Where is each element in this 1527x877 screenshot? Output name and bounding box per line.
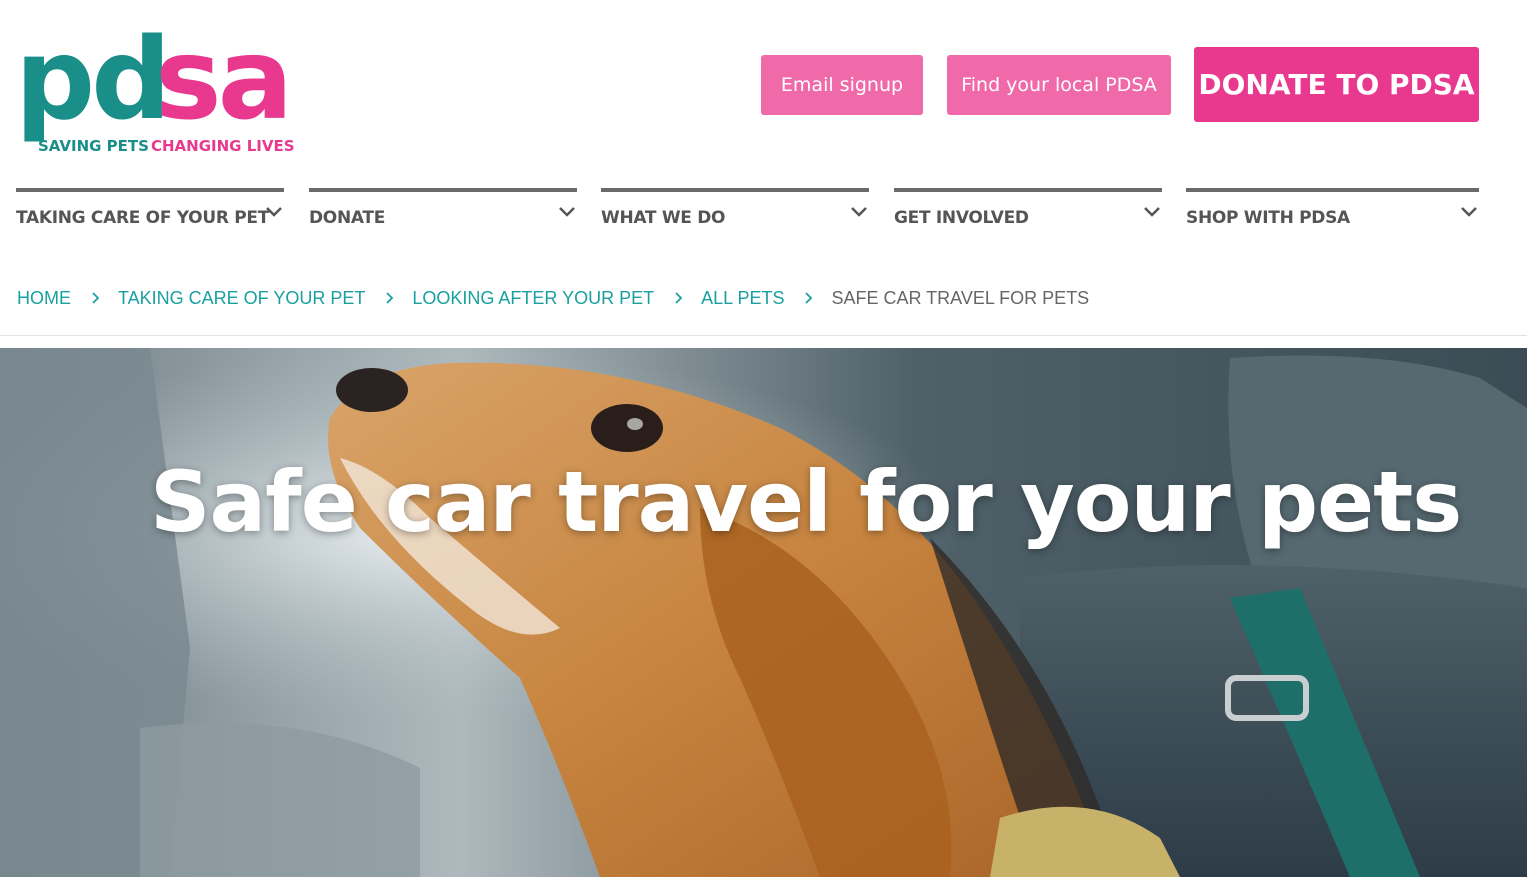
nav-item-donate[interactable]: DONATE [309, 188, 577, 238]
main-nav: TAKING CARE OF YOUR PET DONATE WHAT WE D… [0, 188, 1527, 238]
email-signup-label: Email signup [780, 74, 904, 96]
pdsa-logo[interactable]: pd sa SAVING PETS CHANGING LIVES [15, 30, 295, 155]
nav-item-shop[interactable]: SHOP WITH PDSA [1186, 188, 1479, 238]
chevron-right-icon [654, 291, 701, 305]
email-signup-button[interactable]: Email signup [761, 55, 923, 115]
nav-item-label: WHAT WE DO [601, 208, 726, 228]
nav-item-taking-care[interactable]: TAKING CARE OF YOUR PET [16, 188, 284, 238]
breadcrumb-home[interactable]: HOME [17, 288, 71, 309]
breadcrumb-looking-after[interactable]: LOOKING AFTER YOUR PET [412, 288, 654, 309]
hero-title: Safe car travel for your pets [150, 453, 1462, 551]
hero-image-dog-in-car [0, 348, 1527, 877]
breadcrumb-current: SAFE CAR TRAVEL FOR PETS [831, 287, 1090, 308]
chevron-right-icon [784, 291, 831, 305]
chevron-down-icon [559, 207, 575, 217]
logo-wordmark-sa: sa [155, 30, 289, 145]
find-local-pdsa-button[interactable]: Find your local PDSA [947, 55, 1171, 115]
header-divider [0, 335, 1527, 336]
breadcrumb: HOME TAKING CARE OF YOUR PET LOOKING AFT… [17, 286, 1089, 310]
chevron-right-icon [365, 291, 412, 305]
logo-tagline-changing: CHANGING LIVES [151, 137, 295, 155]
nav-item-label: GET INVOLVED [894, 208, 1029, 228]
chevron-down-icon [851, 207, 867, 217]
nav-item-get-involved[interactable]: GET INVOLVED [894, 188, 1162, 238]
breadcrumb-taking-care[interactable]: TAKING CARE OF YOUR PET [118, 288, 365, 309]
donate-label: DONATE TO PDSA [1198, 68, 1475, 101]
site-header: pd sa SAVING PETS CHANGING LIVES Email s… [0, 0, 1527, 180]
chevron-right-icon [71, 291, 118, 305]
nav-item-label: TAKING CARE OF YOUR PET [16, 208, 270, 228]
logo-tagline-saving: SAVING PETS [38, 137, 149, 155]
chevron-down-icon [1144, 207, 1160, 217]
nav-item-label: DONATE [309, 208, 386, 228]
chevron-down-icon [1461, 207, 1477, 217]
donate-button[interactable]: DONATE TO PDSA [1194, 47, 1479, 122]
hero-banner: Safe car travel for your pets [0, 348, 1527, 877]
nav-item-what-we-do[interactable]: WHAT WE DO [601, 188, 869, 238]
find-local-pdsa-label: Find your local PDSA [961, 74, 1157, 96]
logo-wordmark-pd: pd [15, 30, 167, 145]
nav-item-label: SHOP WITH PDSA [1186, 208, 1350, 228]
breadcrumb-all-pets[interactable]: ALL PETS [701, 288, 784, 309]
chevron-down-icon [266, 207, 282, 217]
